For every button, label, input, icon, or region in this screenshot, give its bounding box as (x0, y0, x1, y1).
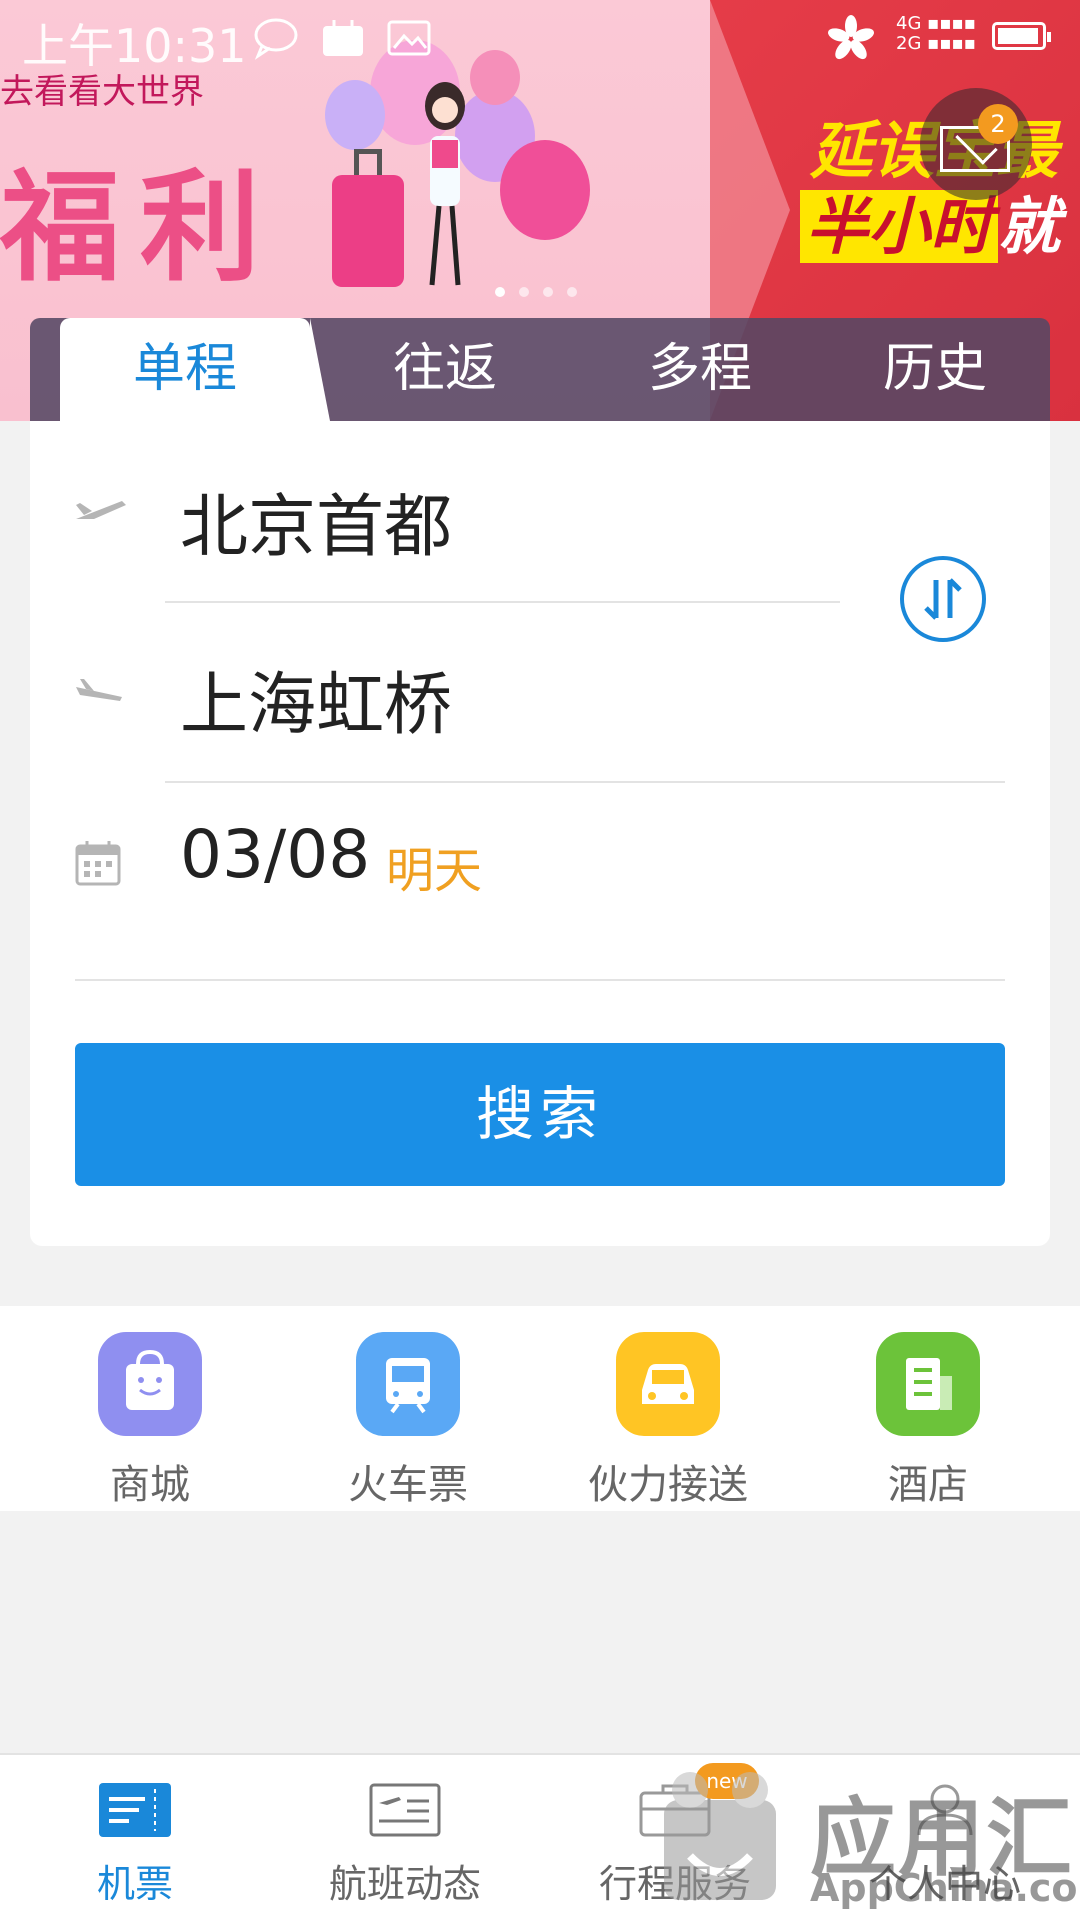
image-notification-icon (387, 20, 431, 56)
swap-icon (924, 578, 962, 620)
search-button[interactable]: 搜索 (75, 1043, 1005, 1186)
nav-label: 机票 (96, 1862, 173, 1906)
car-icon (616, 1332, 720, 1436)
tab-one-way[interactable]: 单程 (60, 318, 330, 421)
nav-flight-status[interactable]: 航班动态 (285, 1783, 525, 1908)
service-hotel[interactable]: 酒店 (818, 1332, 1038, 1510)
takeoff-icon (76, 501, 126, 519)
train-icon (356, 1332, 460, 1436)
service-train[interactable]: 火车票 (298, 1332, 518, 1510)
banner-red-rest: 就 (998, 190, 1061, 263)
divider (165, 601, 840, 603)
service-label: 商城 (110, 1462, 190, 1508)
appchina-watermark: 应用汇 AppChina.com (650, 1748, 1080, 1920)
watermark-url: AppChina.com (810, 1866, 1080, 1910)
message-count-badge: 2 (978, 104, 1018, 144)
flight-search-form: 北京首都 上海虹桥 03/08 明天 搜索 (30, 421, 1050, 1246)
suitcase-illustration (332, 149, 404, 287)
divider (75, 979, 1005, 981)
ticket-icon (99, 1783, 171, 1837)
banner-title: 福利 (0, 157, 280, 298)
swap-cities-button[interactable] (900, 556, 986, 642)
shopping-bag-icon (98, 1332, 202, 1436)
hotel-icon (876, 1332, 980, 1436)
signal-icon: 4G ▪▪▪▪ 2G ▪▪▪▪ (896, 13, 976, 54)
status-bar: 上午10:31 4G ▪▪▪▪ 2G ▪▪▪▪ (0, 0, 1080, 73)
service-label: 火车票 (348, 1462, 468, 1508)
calendar-icon (75, 841, 121, 886)
service-shortcuts: 商城 火车票 伙力接送 酒店 (0, 1306, 1080, 1511)
bauhinia-icon (828, 15, 874, 60)
service-mall[interactable]: 商城 (40, 1332, 260, 1510)
bag-notification-icon (323, 20, 363, 56)
balloon-illustration (500, 140, 590, 240)
balloon-illustration (325, 80, 385, 150)
trip-type-tabs: 单程 往返 多程 历史 (30, 318, 1050, 421)
tab-history[interactable]: 历史 (820, 318, 1050, 421)
nav-label: 航班动态 (328, 1862, 481, 1906)
battery-icon (992, 22, 1051, 50)
service-label: 酒店 (888, 1462, 968, 1508)
appchina-logo-icon (664, 1772, 776, 1900)
departure-date-field[interactable]: 03/08 (180, 816, 370, 893)
message-button[interactable]: 2 (920, 88, 1032, 200)
landing-icon (76, 679, 122, 701)
tab-multi-city[interactable]: 多程 (585, 318, 815, 421)
nav-flights[interactable]: 机票 (15, 1783, 255, 1908)
tab-round-trip[interactable]: 往返 (330, 318, 560, 421)
service-label: 伙力接送 (588, 1462, 748, 1508)
departure-city-field[interactable]: 北京首都 (180, 471, 452, 570)
flight-board-icon (369, 1783, 441, 1837)
chat-notification-icon (254, 18, 298, 60)
date-hint: 明天 (386, 843, 483, 899)
banner-red-line2: 半小时就 (800, 176, 1060, 266)
service-transfer[interactable]: 伙力接送 (558, 1332, 778, 1510)
banner-red-highlight: 半小时 (800, 190, 999, 263)
arrival-city-field[interactable]: 上海虹桥 (180, 649, 452, 748)
carousel-indicator (495, 287, 577, 297)
status-time: 上午10:31 (22, 19, 247, 73)
girl-illustration (425, 82, 465, 286)
divider (165, 781, 1005, 783)
